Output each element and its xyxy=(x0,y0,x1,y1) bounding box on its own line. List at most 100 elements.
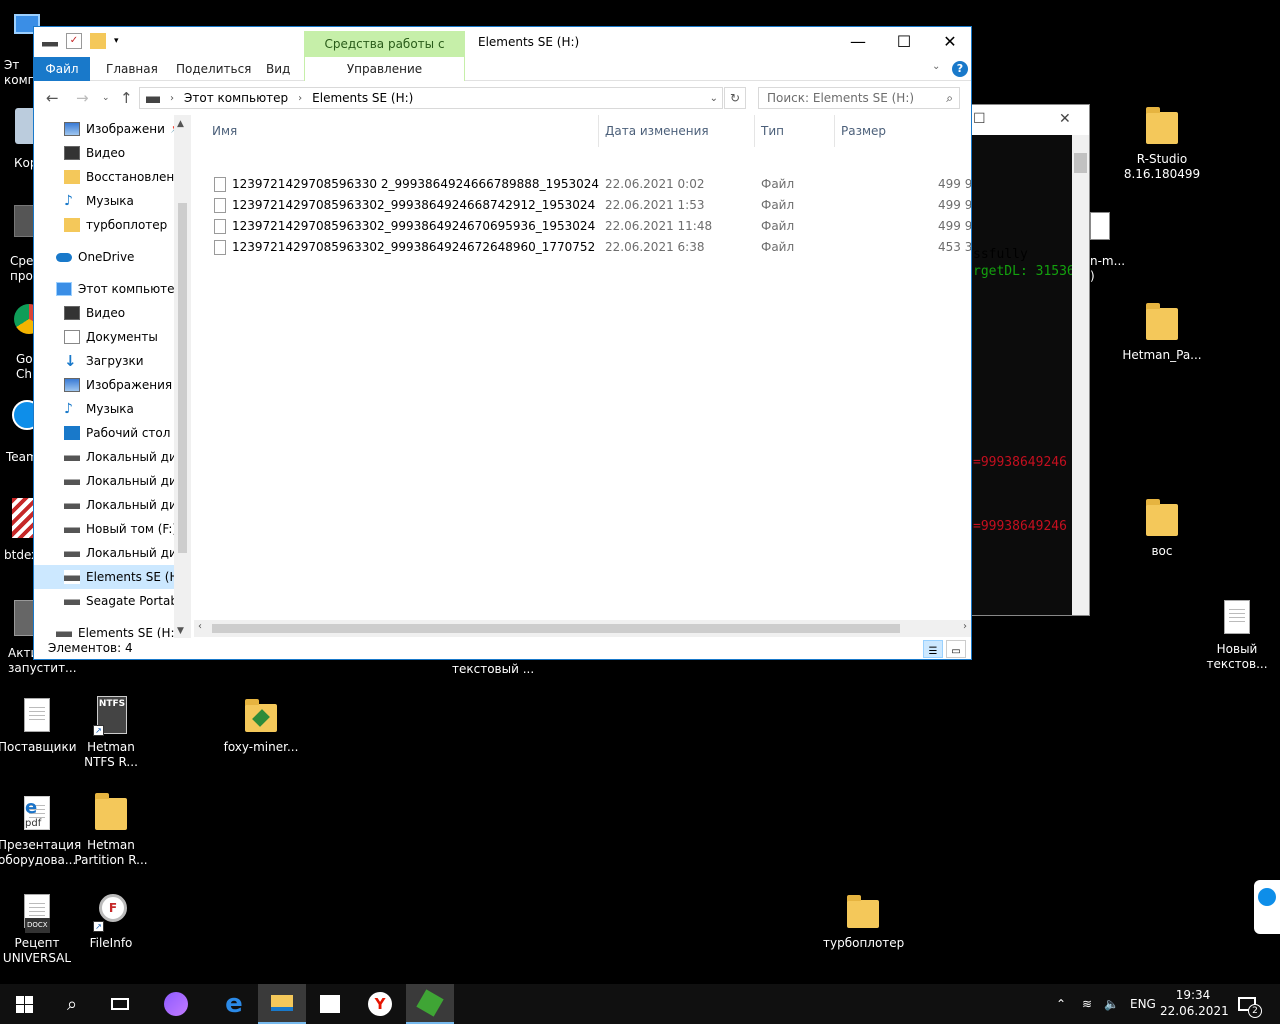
close-button[interactable]: ✕ xyxy=(927,27,973,57)
scroll-left-icon[interactable]: ‹ xyxy=(198,621,202,632)
expand-ribbon-icon[interactable]: ⌄ xyxy=(932,61,940,72)
document-icon[interactable] xyxy=(1090,212,1110,240)
maximize-button[interactable]: ☐ xyxy=(881,27,927,57)
desktop-icon-new-text[interactable]: Новый текстов... xyxy=(1197,598,1277,672)
nav-item[interactable]: Документы xyxy=(64,325,158,349)
column-header-date[interactable]: Дата изменения xyxy=(605,124,709,138)
volume-button[interactable]: 🔈 xyxy=(1104,984,1119,1024)
close-icon[interactable]: ✕ xyxy=(1059,111,1071,127)
breadcrumb-this-pc[interactable]: Этот компьютер xyxy=(184,91,288,105)
file-row[interactable]: 12397214297085963302_9993864924670695936… xyxy=(208,216,971,237)
navigation-scrollbar[interactable]: ▲ ▼ xyxy=(174,115,191,638)
properties-icon[interactable]: ✓ xyxy=(66,33,82,49)
action-center-button[interactable]: 2 xyxy=(1238,984,1262,1024)
details-view-button[interactable]: ☰ xyxy=(923,640,943,658)
column-header-type[interactable]: Тип xyxy=(761,124,784,138)
back-button[interactable]: ← xyxy=(46,89,59,107)
tab-view[interactable]: Вид xyxy=(252,57,304,81)
refresh-button[interactable]: ↻ xyxy=(724,87,746,109)
app-icon[interactable] xyxy=(14,600,34,636)
file-list[interactable]: ⌃ Имя Дата изменения Тип Размер 12397214… xyxy=(194,115,971,620)
horizontal-scrollbar[interactable]: ‹ › xyxy=(194,620,971,637)
edge-button[interactable]: e xyxy=(210,984,258,1024)
teamviewer-panel-tab[interactable] xyxy=(1254,880,1280,934)
desktop-icon-hetman-ntfs[interactable]: NTFS ↗ Hetman NTFS R... xyxy=(72,696,150,770)
recent-locations-button[interactable]: ⌄ xyxy=(102,93,110,103)
file-row[interactable]: 12397214297085963302_9993864924668742912… xyxy=(208,195,971,216)
desktop-icon-vos[interactable]: вос xyxy=(1122,499,1202,559)
scrollbar-thumb[interactable] xyxy=(212,624,900,633)
tab-manage[interactable]: Управление xyxy=(304,57,465,81)
language-indicator[interactable]: ENG xyxy=(1130,984,1156,1024)
tab-file[interactable]: Файл xyxy=(34,57,90,81)
nav-item[interactable]: Локальный дис xyxy=(64,445,183,469)
desktop-icon-r-studio[interactable]: R-Studio 8.16.180499 xyxy=(1122,107,1202,182)
nav-item[interactable]: ↓ Загрузки xyxy=(64,349,144,373)
navigation-pane[interactable]: Изображени📌 Видео Восстановленн ♪Музыка … xyxy=(34,115,189,638)
nav-item[interactable]: Видео xyxy=(64,141,125,165)
search-input[interactable]: Поиск: Elements SE (H:) ⌕ xyxy=(758,87,960,109)
scroll-down-icon[interactable]: ▼ xyxy=(177,626,184,636)
scroll-right-icon[interactable]: › xyxy=(963,621,967,632)
desktop-icon-recipe[interactable]: DOCX Рецепт UNIVERSAL xyxy=(0,892,76,966)
file-explorer-button[interactable] xyxy=(258,984,306,1024)
clock[interactable]: 19:34 22.06.2021 xyxy=(1160,987,1229,1019)
nav-item[interactable]: ♪ Музыка xyxy=(64,397,134,421)
nav-item[interactable]: Изображени📌 xyxy=(64,117,182,141)
file-row[interactable]: 12397214297085963302_9993864924672648960… xyxy=(208,237,971,258)
scrollbar-thumb[interactable] xyxy=(178,203,187,553)
up-button[interactable]: ↑ xyxy=(120,89,133,107)
task-view-button[interactable] xyxy=(96,984,144,1024)
desktop-icon-hetman-partition[interactable]: Hetman Partition R... xyxy=(72,793,150,868)
desktop-icon-suppliers[interactable]: Поставщики xyxy=(0,696,77,755)
nav-item[interactable]: Elements SE (H:) xyxy=(56,621,179,638)
address-bar[interactable]: › Этот компьютер › Elements SE (H:) ⌄ xyxy=(139,87,723,109)
nav-item[interactable]: Видео xyxy=(64,301,125,325)
desktop-icon-hetman-pa[interactable]: Hetman_Pa... xyxy=(1122,303,1202,363)
nav-item[interactable]: Новый том (F:) xyxy=(64,517,177,541)
show-hidden-icons-button[interactable]: ⌃ xyxy=(1056,984,1066,1024)
tab-home[interactable]: Главная xyxy=(92,57,172,81)
new-folder-icon[interactable] xyxy=(90,33,106,49)
app-icon[interactable] xyxy=(14,205,34,237)
miner-app-button[interactable] xyxy=(406,984,454,1024)
nav-item[interactable]: Рабочий стол xyxy=(64,421,170,445)
drive-icon[interactable] xyxy=(42,33,58,49)
nav-item[interactable]: Локальный дис xyxy=(64,541,183,565)
explorer-titlebar[interactable]: ✓ ▾ Средства работы с дисками Elements S… xyxy=(34,27,973,77)
desktop-icon-presentation[interactable]: e pdf Презентация оборудова... xyxy=(0,794,81,868)
nav-item[interactable]: Локальный дис xyxy=(64,493,183,517)
help-icon[interactable]: ? xyxy=(952,61,968,77)
network-button[interactable]: ≋ xyxy=(1082,984,1092,1024)
console-scrollbar[interactable] xyxy=(1072,135,1089,615)
column-separator[interactable] xyxy=(834,115,835,147)
breadcrumb-elements-se[interactable]: Elements SE (H:) xyxy=(312,91,413,105)
store-button[interactable] xyxy=(306,984,354,1024)
column-header-size[interactable]: Размер xyxy=(841,124,886,138)
file-row[interactable]: 1239721429708596330 2_999386492466678988… xyxy=(208,174,971,195)
column-header-name[interactable]: Имя xyxy=(212,124,237,138)
address-dropdown-icon[interactable]: ⌄ xyxy=(710,93,718,104)
breadcrumb-separator-icon[interactable]: › xyxy=(170,93,174,104)
nav-item-onedrive[interactable]: OneDrive xyxy=(56,245,134,269)
console-window[interactable]: ☐ ✕ ssfully rgetDL: 31536 =99938649246 =… xyxy=(960,104,1090,616)
alice-button[interactable] xyxy=(152,984,200,1024)
chevron-down-icon[interactable]: ▾ xyxy=(114,36,119,46)
forward-button[interactable]: → xyxy=(76,89,89,107)
nav-item[interactable]: турбоплотер xyxy=(64,213,167,237)
nav-item[interactable]: ♪ Музыка xyxy=(64,189,134,213)
start-button[interactable] xyxy=(0,984,48,1024)
column-separator[interactable] xyxy=(598,115,599,147)
nav-item-elements-se-selected[interactable]: Elements SE (H:) xyxy=(34,565,187,589)
minimize-button[interactable]: — xyxy=(835,27,881,57)
nav-item[interactable]: Локальный дис xyxy=(64,469,183,493)
column-separator[interactable] xyxy=(754,115,755,147)
explorer-window[interactable]: ✓ ▾ Средства работы с дисками Elements S… xyxy=(33,26,972,660)
desktop-icon-turboplotter[interactable]: турбоплотер xyxy=(823,892,904,951)
nav-item[interactable]: Изображения xyxy=(64,373,172,397)
desktop-icon-foxy-miner[interactable]: foxy-miner... xyxy=(222,696,300,755)
large-icons-view-button[interactable]: ▭ xyxy=(946,640,966,658)
desktop-icon-fileinfo[interactable]: F ↗ FileInfo xyxy=(72,892,150,951)
nav-item[interactable]: Восстановленн xyxy=(64,165,182,189)
search-button[interactable]: ⌕ xyxy=(48,984,96,1024)
